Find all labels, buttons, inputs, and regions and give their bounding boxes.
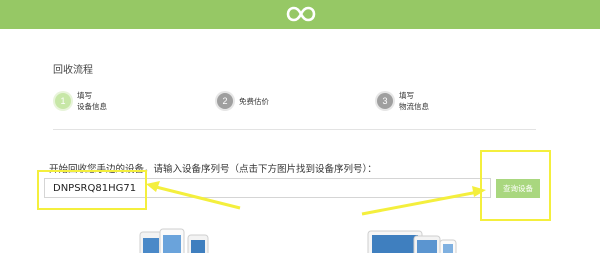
ipad-devices-image[interactable] [366, 228, 466, 253]
step-label: 免费估价 [239, 96, 269, 106]
step-number: 3 [377, 93, 393, 109]
step-1: 1 填写 设备信息 [55, 90, 107, 112]
step-2: 2 免费估价 [217, 93, 269, 109]
step-label: 设备信息 [77, 102, 107, 111]
input-highlight-box [37, 170, 147, 210]
button-highlight-box [480, 150, 551, 221]
process-title: 回收流程 [53, 65, 93, 76]
step-label: 填写 [399, 91, 414, 100]
infinity-logo-icon[interactable] [285, 5, 317, 23]
step-label: 物流信息 [399, 102, 429, 111]
iphone-devices-image[interactable] [136, 228, 218, 253]
step-3: 3 填写 物流信息 [377, 90, 429, 112]
top-header-bar [0, 0, 600, 29]
divider [53, 129, 536, 130]
step-label: 填写 [77, 91, 92, 100]
step-number: 2 [217, 93, 233, 109]
step-number: 1 [55, 93, 71, 109]
